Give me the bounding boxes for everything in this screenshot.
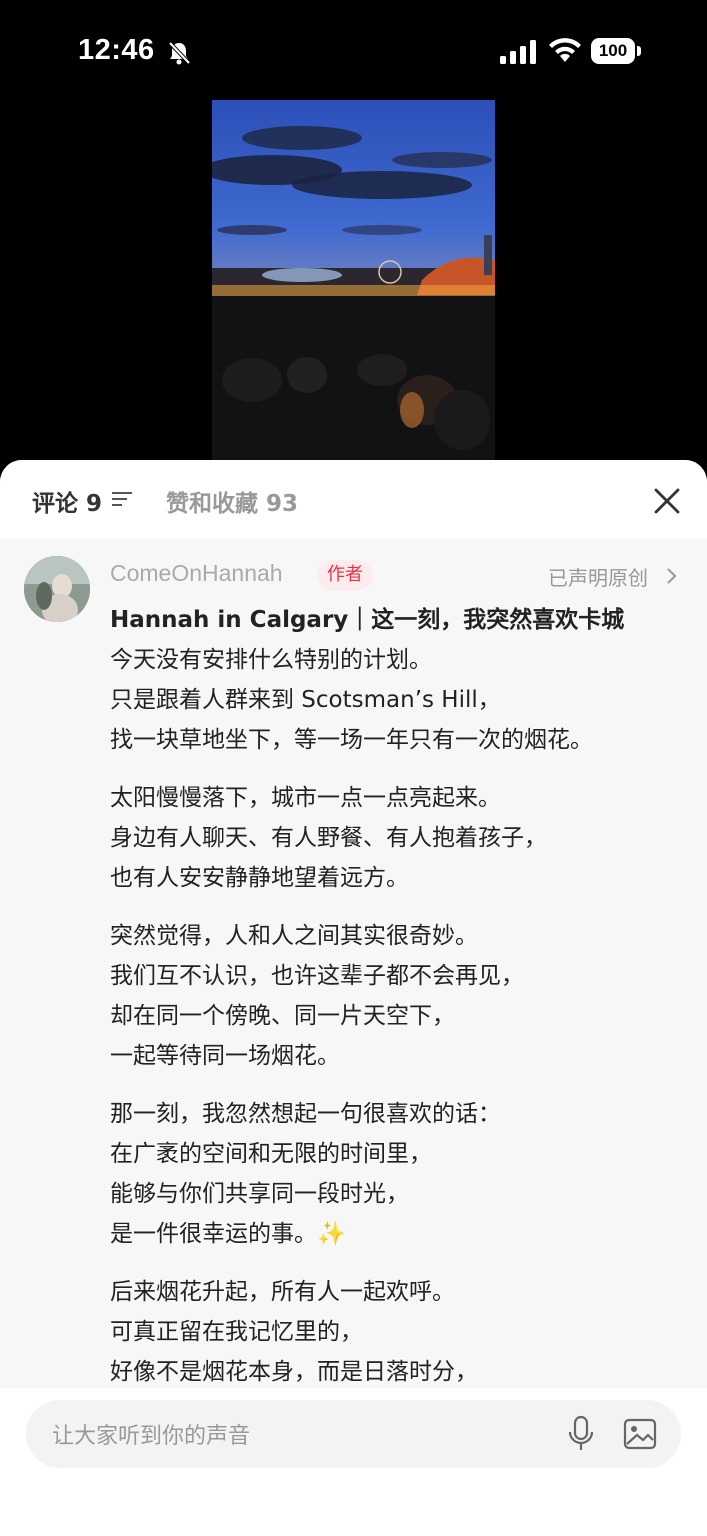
post-photo[interactable] <box>212 100 495 462</box>
author-name[interactable]: ComeOnHannah <box>110 560 283 587</box>
status-time: 12:46 <box>78 34 155 66</box>
post-content: ComeOnHannah 作者 已声明原创 Hannah in Calgary｜… <box>0 538 707 1388</box>
comment-sheet: 评论 9 赞和收藏 93 ComeOnHannah 作者 已声明原创 Hanna… <box>0 460 707 1536</box>
post-line: 后来烟花升起，所有人一起欢呼。 <box>110 1279 455 1305</box>
comment-input-bar: 让大家听到你的声音 <box>0 1388 707 1536</box>
sheet-header: 评论 9 赞和收藏 93 <box>0 460 707 538</box>
post-paragraph: 突然觉得，人和人之间其实很奇妙。 我们互不认识，也许这辈子都不会再见， 却在同一… <box>110 916 690 1076</box>
avatar[interactable] <box>24 556 90 622</box>
chevron-right-icon[interactable] <box>664 566 678 586</box>
post-paragraph: 那一刻，我忽然想起一句很喜欢的话： 在广袤的空间和无限的时间里， 能够与你们共享… <box>110 1094 690 1254</box>
post-line: 身边有人聊天、有人野餐、有人抱着孩子， <box>110 825 547 851</box>
post-line-text: 是一件很幸运的事。 <box>110 1221 317 1247</box>
post-line: 找一块草地坐下，等一场一年只有一次的烟花。 <box>110 727 593 753</box>
original-declaration[interactable]: 已声明原创 <box>548 562 648 591</box>
post-line: 那一刻，我忽然想起一句很喜欢的话： <box>110 1101 501 1127</box>
post-body: Hannah in Calgary｜这一刻，我突然喜欢卡城 今天没有安排什么特别… <box>110 600 690 1388</box>
cellular-signal-icon <box>500 40 536 64</box>
bell-muted-icon <box>168 41 191 65</box>
author-badge: 作者 <box>317 560 373 590</box>
post-line: 可真正留在我记忆里的， <box>110 1319 363 1345</box>
post-line: 只是跟着人群来到 Scotsman’s Hill， <box>110 687 501 713</box>
close-icon[interactable] <box>650 484 684 518</box>
post-line: 突然觉得，人和人之间其实很奇妙。 <box>110 923 478 949</box>
post-paragraph: Hannah in Calgary｜这一刻，我突然喜欢卡城 今天没有安排什么特别… <box>110 600 690 760</box>
post-line: 也有人安安静静地望着远方。 <box>110 865 409 891</box>
wifi-icon <box>549 38 581 62</box>
microphone-icon[interactable] <box>566 1414 596 1454</box>
post-line-with-emoji: 是一件很幸运的事。✨ <box>110 1214 690 1254</box>
tab-comments[interactable]: 评论 9 <box>32 484 102 518</box>
post-line: 在广袤的空间和无限的时间里， <box>110 1141 432 1167</box>
comment-input-placeholder: 让大家听到你的声音 <box>52 1424 251 1449</box>
post-paragraph: 太阳慢慢落下，城市一点一点亮起来。 身边有人聊天、有人野餐、有人抱着孩子， 也有… <box>110 778 690 898</box>
comment-input[interactable]: 让大家听到你的声音 <box>26 1400 681 1468</box>
post-line: 好像不是烟花本身，而是日落时分， <box>110 1359 478 1385</box>
tab-likes-and-saves[interactable]: 赞和收藏 93 <box>166 484 298 518</box>
sparkles-emoji: ✨ <box>317 1221 346 1247</box>
post-title: Hannah in Calgary｜这一刻，我突然喜欢卡城 <box>110 607 625 633</box>
post-line: 今天没有安排什么特别的计划。 <box>110 647 432 673</box>
post-line: 一起等待同一场烟花。 <box>110 1043 340 1069</box>
post-paragraph: 后来烟花升起，所有人一起欢呼。 可真正留在我记忆里的， 好像不是烟花本身，而是日… <box>110 1272 690 1388</box>
sort-icon[interactable] <box>110 489 134 509</box>
status-bar: 12:46 100 <box>0 0 707 100</box>
post-line: 我们互不认识，也许这辈子都不会再见， <box>110 963 524 989</box>
image-icon[interactable] <box>622 1416 658 1452</box>
battery-level: 100 <box>598 41 628 60</box>
post-line: 却在同一个傍晚、同一片天空下， <box>110 1003 455 1029</box>
fireworks-sunset-image <box>212 100 495 462</box>
post-line: 太阳慢慢落下，城市一点一点亮起来。 <box>110 785 501 811</box>
battery-icon: 100 <box>591 38 643 66</box>
post-line: 能够与你们共享同一段时光， <box>110 1181 409 1207</box>
